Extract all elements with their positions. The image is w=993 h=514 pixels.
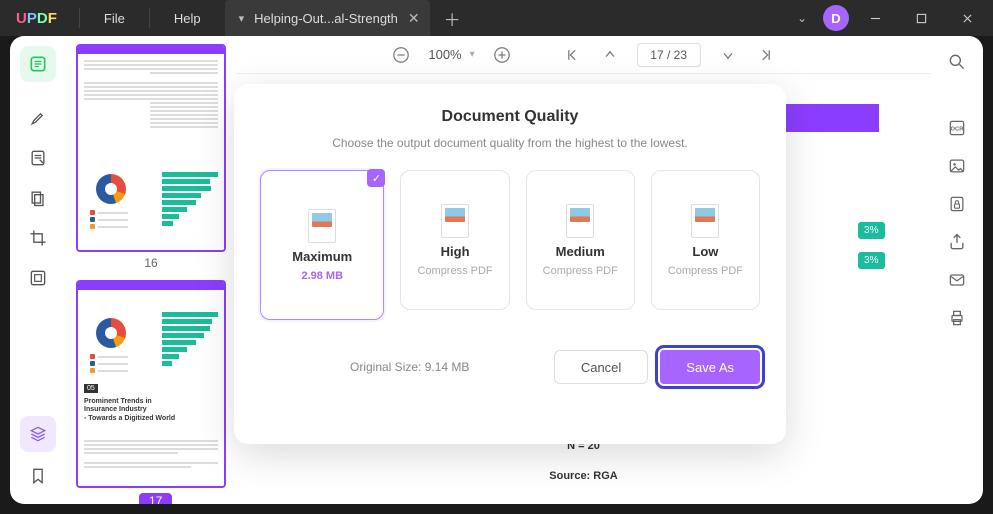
search-icon[interactable] — [945, 50, 969, 74]
save-as-button[interactable]: Save As — [660, 350, 760, 384]
zoom-in-icon[interactable] — [491, 44, 513, 66]
window-close-icon[interactable] — [947, 3, 987, 33]
last-page-icon[interactable] — [755, 44, 777, 66]
thumbnail-icon — [441, 204, 469, 238]
new-tab-button[interactable]: ＋ — [430, 6, 475, 31]
menu-file[interactable]: File — [86, 11, 143, 26]
thumbnail-label-16: 16 — [76, 256, 226, 270]
dialog-title: Document Quality — [260, 108, 760, 126]
chart-value-2: 3% — [858, 252, 884, 269]
cancel-button[interactable]: Cancel — [554, 350, 648, 384]
ocr-icon[interactable]: OCR — [945, 116, 969, 140]
thumbnail-icon — [566, 204, 594, 238]
print-icon[interactable] — [945, 306, 969, 330]
main-area: 16 05 Prominent Trends in Insurance Indu… — [10, 36, 983, 504]
image-icon[interactable] — [945, 154, 969, 178]
thumbnail-page-16[interactable] — [76, 44, 226, 252]
quality-option-low[interactable]: Low Compress PDF — [651, 170, 760, 310]
svg-text:OCR: OCR — [951, 127, 965, 133]
tab-overflow-icon[interactable]: ⌄ — [787, 5, 817, 31]
page-text-source: Source: RGA — [309, 470, 859, 482]
user-avatar[interactable]: D — [823, 5, 849, 31]
tab-chevron-icon: ▾ — [239, 12, 245, 25]
tab-close-icon[interactable]: ✕ — [408, 10, 420, 27]
menu-help[interactable]: Help — [156, 11, 219, 26]
next-page-icon[interactable] — [717, 44, 739, 66]
organize-pages-icon[interactable] — [20, 180, 56, 216]
zoom-out-icon[interactable] — [390, 44, 412, 66]
check-icon: ✓ — [367, 169, 385, 187]
quality-option-high[interactable]: High Compress PDF — [400, 170, 509, 310]
thumbnail-icon — [691, 204, 719, 238]
thumbnail-panel: 16 05 Prominent Trends in Insurance Indu… — [66, 36, 236, 504]
quality-option-maximum[interactable]: ✓ Maximum 2.98 MB — [260, 170, 384, 320]
right-toolbar: OCR — [931, 36, 983, 504]
first-page-icon[interactable] — [561, 44, 583, 66]
original-size-label: Original Size: 9.14 MB — [350, 360, 469, 374]
edit-text-icon[interactable] — [20, 140, 56, 176]
dialog-subtitle: Choose the output document quality from … — [260, 136, 760, 150]
highlighter-icon[interactable] — [20, 100, 56, 136]
crop-icon[interactable] — [20, 220, 56, 256]
title-bar: UPDF File Help ▾ Helping-Out...al-Streng… — [0, 0, 993, 36]
window-minimize-icon[interactable] — [855, 3, 895, 33]
document-quality-dialog: Document Quality Choose the output docum… — [234, 84, 786, 444]
tab-title: Helping-Out...al-Strength — [254, 11, 398, 26]
email-icon[interactable] — [945, 268, 969, 292]
chart-value-1: 3% — [858, 222, 884, 239]
chevron-down-icon: ▾ — [470, 49, 475, 60]
layers-icon[interactable] — [20, 416, 56, 452]
zoom-level[interactable]: 100%▾ — [428, 47, 474, 62]
document-tab[interactable]: ▾ Helping-Out...al-Strength ✕ — [225, 0, 430, 36]
bookmark-icon[interactable] — [20, 458, 56, 494]
left-toolbar — [10, 36, 66, 504]
thumbnail-label-17: 17 — [139, 493, 172, 504]
thumbnail-icon — [308, 209, 336, 243]
protect-icon[interactable] — [945, 192, 969, 216]
page-indicator[interactable]: 17 / 23 — [637, 43, 701, 67]
window-maximize-icon[interactable] — [901, 3, 941, 33]
app-logo: UPDF — [0, 10, 73, 27]
watermark-icon[interactable] — [20, 260, 56, 296]
view-toolbar: 100%▾ 17 / 23 — [236, 36, 931, 74]
quality-option-medium[interactable]: Medium Compress PDF — [526, 170, 635, 310]
share-icon[interactable] — [945, 230, 969, 254]
thumbnail-page-17[interactable]: 05 Prominent Trends in Insurance Industr… — [76, 280, 226, 488]
reader-mode-icon[interactable] — [20, 46, 56, 82]
prev-page-icon[interactable] — [599, 44, 621, 66]
